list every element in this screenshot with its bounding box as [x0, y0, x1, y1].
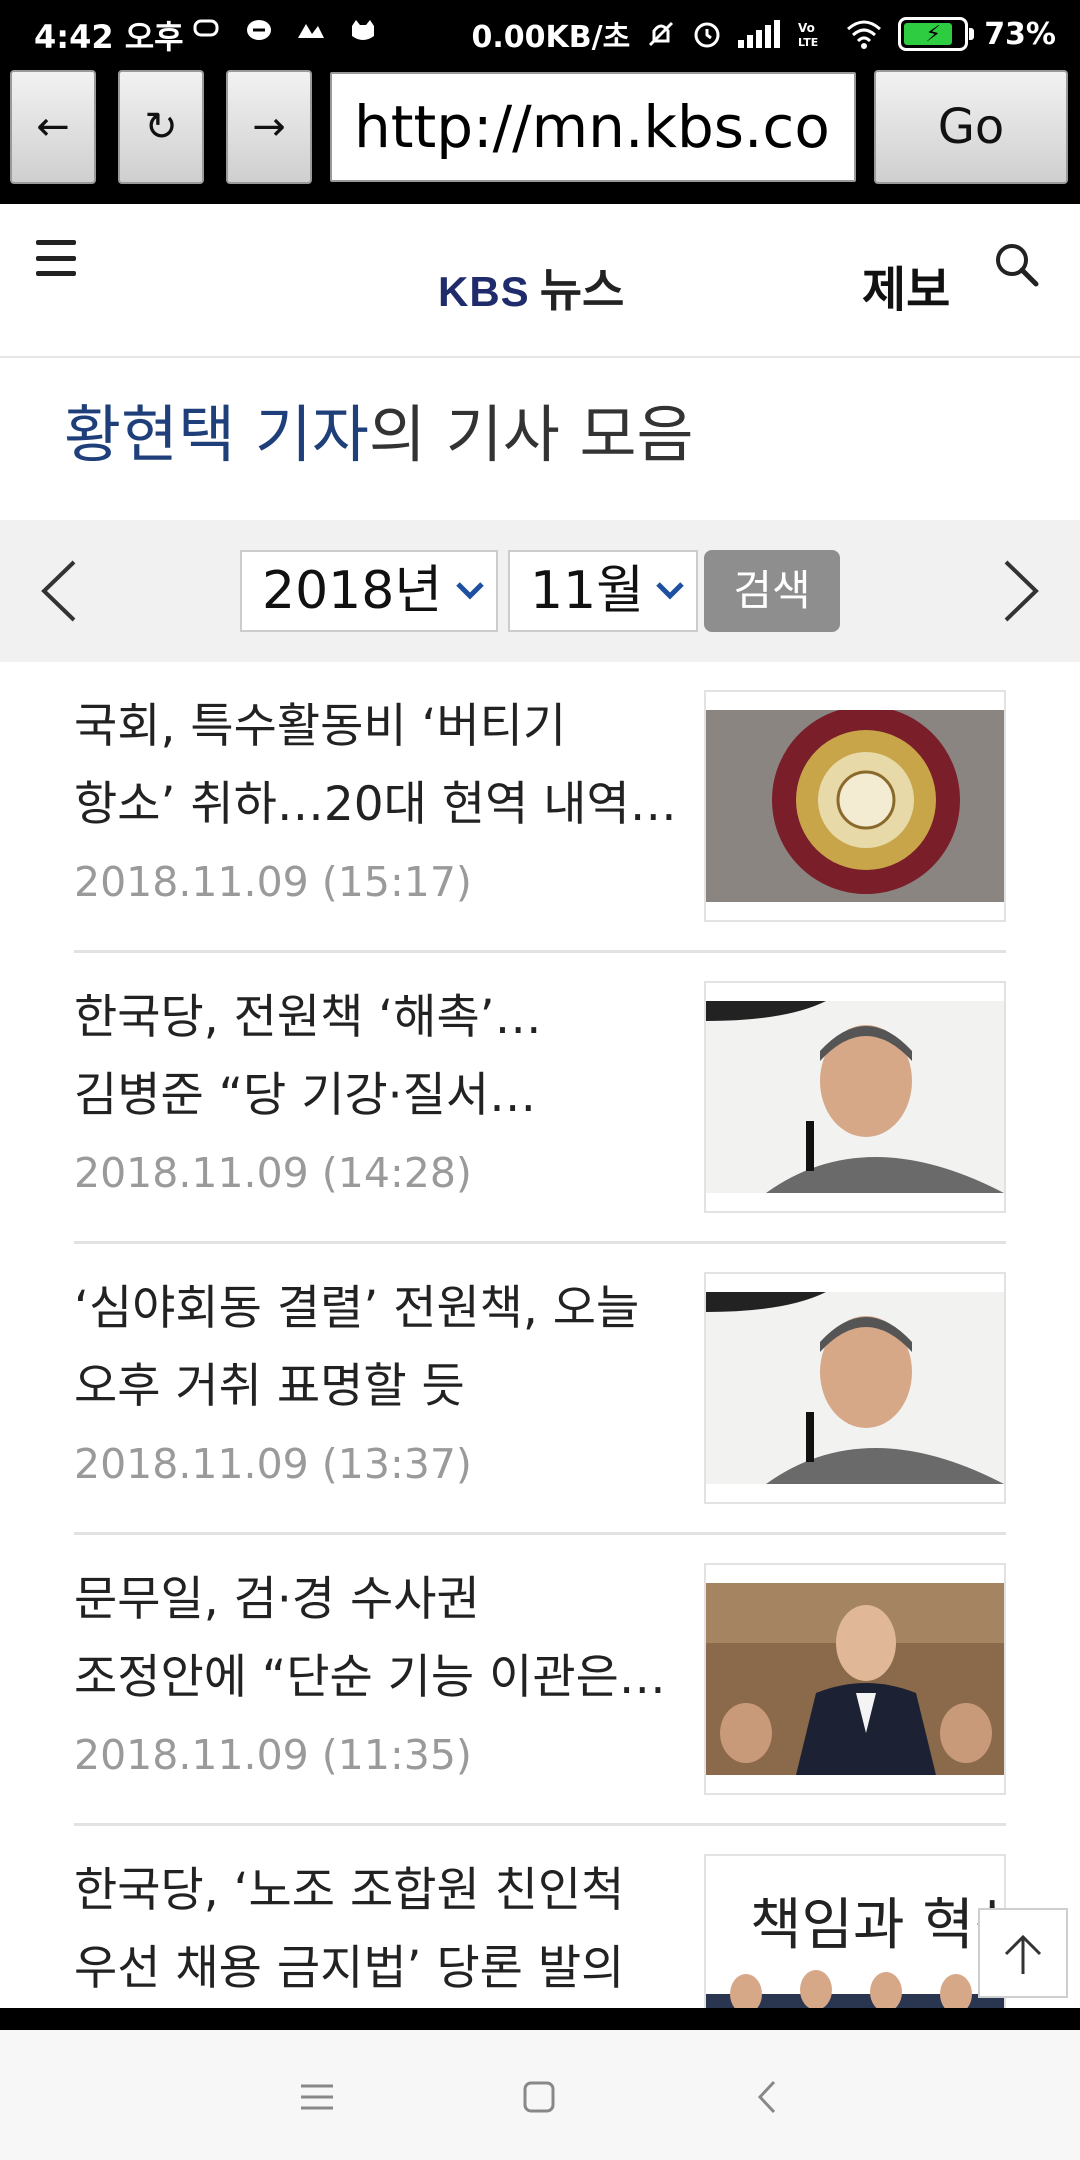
- wifi-icon: [847, 20, 882, 49]
- article-item[interactable]: 한국당, 전원책 ‘해촉’… 김병준 “당 기강·질서… 2018.11.09 …: [74, 953, 1006, 1245]
- page-title-suffix: 의 기사 모음: [368, 398, 694, 471]
- notification-icons: [190, 16, 380, 46]
- speaker-photo: [706, 1292, 1004, 1484]
- page-title: 황현택 기자의 기사 모음: [64, 384, 694, 474]
- logo-news: 뉴스: [539, 263, 625, 317]
- reporter-name: 황현택 기자: [64, 398, 369, 471]
- previous-month-icon[interactable]: [30, 556, 90, 626]
- article-thumbnail[interactable]: 책임과 혁신: [704, 1854, 1006, 2010]
- date-filter-bar: 2018년 11월 검색: [0, 520, 1080, 662]
- menu-lines-icon: [301, 2084, 333, 2110]
- year-value: 2018년: [262, 561, 443, 621]
- article-title-line: 항소’ 취하…20대 현역 내역…: [74, 777, 677, 832]
- article-thumbnail[interactable]: [704, 981, 1006, 1213]
- article-title-line: 한국당, 전원책 ‘해촉’…: [74, 990, 542, 1045]
- cat-app-icon: [346, 16, 380, 46]
- year-select[interactable]: 2018년: [240, 550, 498, 632]
- article-thumbnail[interactable]: [704, 1563, 1006, 1795]
- article-title-line: 국회, 특수활동비 ‘버티기: [74, 699, 567, 754]
- search-icon[interactable]: [992, 240, 1040, 288]
- menu-icon[interactable]: [36, 240, 76, 276]
- arrow-right-icon: →: [252, 104, 286, 150]
- logo-kbs: KBS: [438, 268, 530, 315]
- site-header: KBS 뉴스 제보: [0, 204, 1080, 358]
- article-item[interactable]: 국회, 특수활동비 ‘버티기 항소’ 취하…20대 현역 내역… 2018.11…: [74, 662, 1006, 954]
- article-title-line: 우선 채용 금지법’ 당론 발의: [74, 1941, 625, 1996]
- report-link[interactable]: 제보: [862, 250, 950, 320]
- system-back-button[interactable]: [740, 2070, 794, 2124]
- article-title-line: 김병준 “당 기강·질서…: [74, 1068, 537, 1123]
- system-navigation-bar: [0, 2030, 1080, 2160]
- chat-bubble-icon: [242, 16, 276, 46]
- status-bar: 4:42 오후 0.00KB/초 Vo LTE ⚡ 73%: [0, 0, 1080, 66]
- article-title[interactable]: 국회, 특수활동비 ‘버티기 항소’ 취하…20대 현역 내역…: [74, 688, 684, 844]
- scroll-to-top-button[interactable]: [978, 1908, 1068, 1998]
- chevron-left-icon: [757, 2080, 776, 2114]
- next-month-icon[interactable]: [990, 556, 1050, 626]
- party-meeting-photo: 책임과 혁신: [706, 1874, 1004, 2010]
- browser-toolbar: ← ↻ → http://mn.kbs.co Go: [0, 66, 1080, 204]
- network-speed: 0.00KB/초: [471, 20, 631, 55]
- article-date: 2018.11.09 (14:28): [74, 1149, 472, 1197]
- app-notification-icon: [294, 16, 328, 46]
- month-select[interactable]: 11월: [508, 550, 698, 632]
- svg-text:Vo: Vo: [798, 21, 815, 35]
- speaker-photo: [706, 1001, 1004, 1193]
- article-title[interactable]: ‘심야회동 결렬’ 전원책, 오늘 오후 거취 표명할 듯: [74, 1270, 684, 1426]
- reload-icon: ↻: [144, 104, 178, 150]
- svg-text:LTE: LTE: [798, 36, 818, 49]
- home-button[interactable]: [512, 2070, 566, 2124]
- go-button[interactable]: Go: [874, 70, 1068, 184]
- alarm-icon: [694, 22, 720, 48]
- article-date: 2018.11.09 (13:37): [74, 1440, 472, 1488]
- signal-icon: [738, 20, 781, 48]
- article-title-line: 오후 거취 표명할 듯: [74, 1359, 465, 1414]
- forward-button[interactable]: →: [226, 70, 312, 184]
- assembly-emblem-image: [706, 710, 1004, 902]
- arrow-up-icon: [1004, 1934, 1042, 1974]
- battery-level: 73%: [984, 16, 1056, 52]
- article-title-line: 조정안에 “단순 기능 이관은…: [74, 1650, 666, 1705]
- article-item[interactable]: ‘심야회동 결렬’ 전원책, 오늘 오후 거취 표명할 듯 2018.11.09…: [74, 1244, 1006, 1536]
- article-title[interactable]: 문무일, 검·경 수사권 조정안에 “단순 기능 이관은…: [74, 1561, 684, 1717]
- article-thumbnail[interactable]: [704, 1272, 1006, 1504]
- article-title-line: 문무일, 검·경 수사권: [74, 1572, 480, 1627]
- article-title[interactable]: 한국당, 전원책 ‘해촉’… 김병준 “당 기강·질서…: [74, 979, 684, 1135]
- chevron-down-icon: [456, 582, 484, 600]
- recent-apps-button[interactable]: [290, 2070, 344, 2124]
- arrow-left-icon: ←: [36, 104, 70, 150]
- hearing-photo: [706, 1583, 1004, 1775]
- article-title-line: 한국당, ‘노조 조합원 친인척: [74, 1863, 625, 1918]
- kbs-news-logo[interactable]: KBS 뉴스: [438, 254, 624, 320]
- url-field[interactable]: http://mn.kbs.co: [330, 72, 856, 182]
- square-home-icon: [523, 2081, 555, 2113]
- month-value: 11월: [530, 561, 645, 621]
- bottom-divider: [0, 2008, 1080, 2030]
- article-list: 국회, 특수활동비 ‘버티기 항소’ 취하…20대 현역 내역… 2018.11…: [0, 662, 1080, 2010]
- article-item[interactable]: 문무일, 검·경 수사권 조정안에 “단순 기능 이관은… 2018.11.09…: [74, 1535, 1006, 1827]
- article-title-line: ‘심야회동 결렬’ 전원책, 오늘: [74, 1281, 640, 1336]
- mute-icon: [649, 21, 674, 47]
- reload-button[interactable]: ↻: [118, 70, 204, 184]
- article-thumbnail[interactable]: [704, 690, 1006, 922]
- article-item[interactable]: 한국당, ‘노조 조합원 친인척 우선 채용 금지법’ 당론 발의 책임과 혁신: [74, 1826, 1006, 2010]
- date-search-button[interactable]: 검색: [704, 550, 840, 632]
- article-title[interactable]: 한국당, ‘노조 조합원 친인척 우선 채용 금지법’ 당론 발의: [74, 1852, 684, 2008]
- banner-text: 책임과 혁신: [750, 1893, 1004, 1958]
- back-button[interactable]: ←: [10, 70, 96, 184]
- status-right: 0.00KB/초 Vo LTE ⚡ 73%: [471, 12, 1056, 56]
- article-date: 2018.11.09 (11:35): [74, 1731, 472, 1779]
- chevron-down-icon: [656, 582, 684, 600]
- battery-icon: ⚡: [898, 17, 975, 51]
- notification-icon: [190, 16, 224, 46]
- article-date: 2018.11.09 (15:17): [74, 858, 472, 906]
- status-time: 4:42 오후: [34, 18, 184, 56]
- volte-icon: VoLTE: [798, 21, 818, 49]
